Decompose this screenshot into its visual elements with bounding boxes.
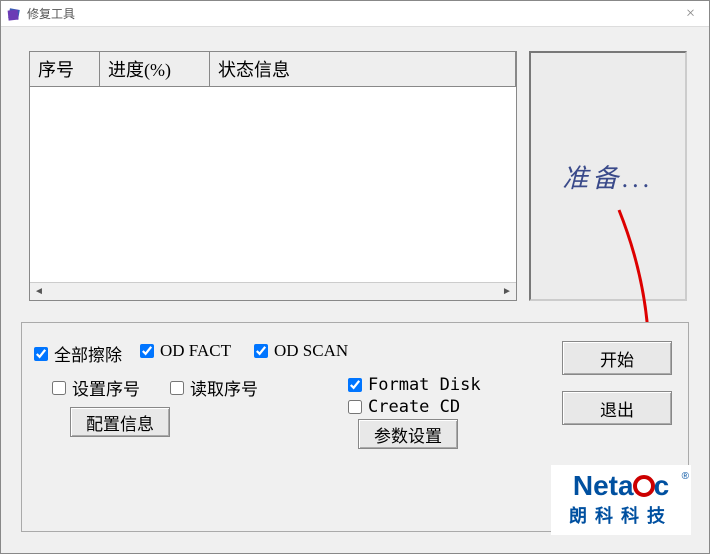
logo-brand-cn: 朗科科技 bbox=[569, 502, 673, 528]
titlebar: 修复工具 × bbox=[1, 1, 709, 27]
app-icon bbox=[7, 7, 21, 21]
progress-table: 序号 进度(%) 状态信息 ◄ ► bbox=[29, 51, 517, 301]
checkbox-set-serial-label: 设置序号 bbox=[72, 375, 140, 400]
checkbox-read-serial[interactable]: 读取序号 bbox=[170, 375, 258, 400]
param-settings-button[interactable]: 参数设置 bbox=[358, 419, 458, 449]
checkbox-erase-all-input[interactable] bbox=[34, 347, 48, 361]
checkbox-erase-all[interactable]: 全部擦除 bbox=[34, 341, 122, 366]
logo-o-icon bbox=[633, 475, 655, 497]
checkbox-erase-all-label: 全部擦除 bbox=[54, 341, 122, 366]
checkbox-read-serial-input[interactable] bbox=[170, 381, 184, 395]
registered-mark: ® bbox=[682, 471, 689, 482]
checkbox-od-fact[interactable]: OD FACT bbox=[140, 341, 231, 361]
col-progress[interactable]: 进度(%) bbox=[100, 52, 210, 86]
param-settings-label: 参数设置 bbox=[374, 422, 442, 447]
checkbox-od-scan[interactable]: OD SCAN bbox=[254, 341, 348, 361]
netac-logo: ® Netac 朗科科技 bbox=[551, 465, 691, 535]
table-header: 序号 进度(%) 状态信息 bbox=[30, 52, 516, 87]
status-text: 准备... bbox=[562, 158, 654, 195]
scroll-track[interactable] bbox=[48, 283, 498, 301]
checkbox-create-cd[interactable]: Create CD bbox=[348, 397, 460, 417]
start-button[interactable]: 开始 bbox=[562, 341, 672, 375]
checkbox-format-disk[interactable]: Format Disk bbox=[348, 375, 481, 395]
scroll-left-arrow[interactable]: ◄ bbox=[30, 283, 48, 301]
checkbox-create-cd-input[interactable] bbox=[348, 400, 362, 414]
checkbox-format-disk-input[interactable] bbox=[348, 378, 362, 392]
checkbox-od-scan-input[interactable] bbox=[254, 344, 268, 358]
col-serial[interactable]: 序号 bbox=[30, 52, 100, 86]
checkbox-set-serial-input[interactable] bbox=[52, 381, 66, 395]
table-body bbox=[30, 87, 516, 287]
col-status[interactable]: 状态信息 bbox=[210, 52, 516, 86]
checkbox-read-serial-label: 读取序号 bbox=[190, 375, 258, 400]
start-label: 开始 bbox=[600, 346, 634, 371]
app-window: 修复工具 × 序号 进度(%) 状态信息 ◄ ► 准备... bbox=[0, 0, 710, 554]
checkbox-od-fact-label: OD FACT bbox=[160, 341, 231, 361]
checkbox-set-serial[interactable]: 设置序号 bbox=[52, 375, 140, 400]
checkbox-create-cd-label: Create CD bbox=[368, 397, 460, 417]
scroll-right-arrow[interactable]: ► bbox=[498, 283, 516, 301]
config-info-button[interactable]: 配置信息 bbox=[70, 407, 170, 437]
close-button[interactable]: × bbox=[678, 5, 703, 23]
exit-label: 退出 bbox=[600, 396, 634, 421]
horizontal-scrollbar[interactable]: ◄ ► bbox=[30, 282, 516, 300]
content-area: 序号 进度(%) 状态信息 ◄ ► 准备... bbox=[1, 27, 709, 553]
config-info-label: 配置信息 bbox=[86, 410, 154, 435]
checkbox-format-disk-label: Format Disk bbox=[368, 375, 481, 395]
exit-button[interactable]: 退出 bbox=[562, 391, 672, 425]
status-panel: 准备... bbox=[529, 51, 687, 301]
checkbox-od-fact-input[interactable] bbox=[140, 344, 154, 358]
logo-brand: Netac bbox=[573, 472, 669, 500]
window-title: 修复工具 bbox=[27, 5, 75, 22]
checkbox-od-scan-label: OD SCAN bbox=[274, 341, 348, 361]
